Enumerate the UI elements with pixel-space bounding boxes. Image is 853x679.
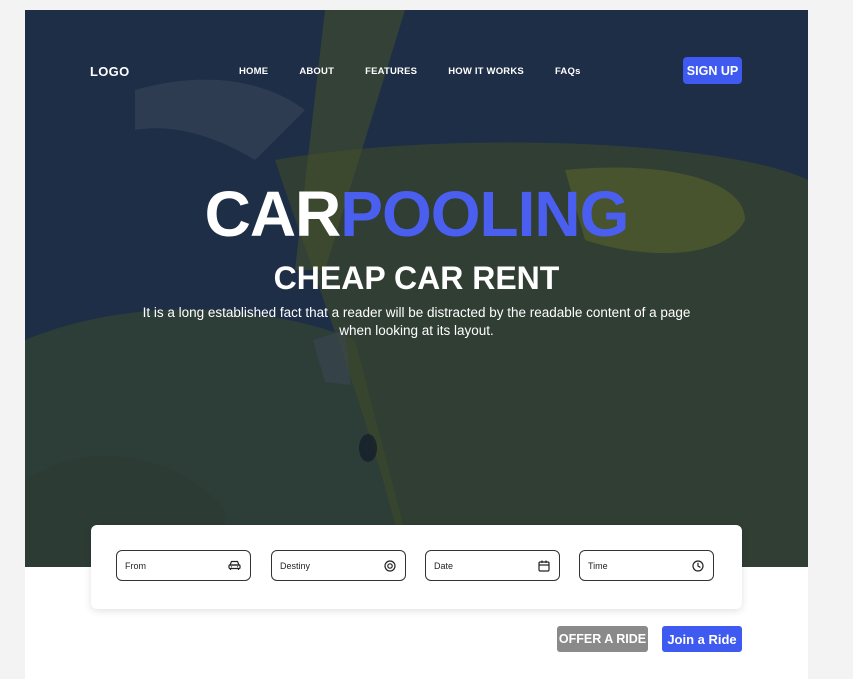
join-ride-button[interactable]: Join a Ride — [662, 626, 742, 652]
hero-title-part2: POOLING — [340, 178, 629, 250]
hero-subtitle: CHEAP CAR RENT — [273, 260, 560, 296]
from-label: From — [125, 560, 146, 571]
time-label: Time — [588, 560, 608, 571]
target-icon — [384, 559, 396, 572]
from-field[interactable]: From — [116, 550, 251, 581]
page: LOGO HOME ABOUT FEATURES HOW IT WORKS FA… — [25, 10, 808, 679]
hero-title: CARPOOLING — [25, 178, 808, 250]
nav-features[interactable]: FEATURES — [365, 66, 417, 77]
ride-search-card: From Destiny Date Time — [91, 525, 742, 609]
offer-ride-button[interactable]: OFFER A RIDE — [557, 626, 648, 652]
clock-icon — [692, 559, 704, 572]
nav-how-it-works[interactable]: HOW IT WORKS — [448, 66, 524, 77]
car-icon — [228, 560, 241, 570]
date-label: Date — [434, 560, 454, 571]
destiny-label: Destiny — [280, 560, 311, 571]
main-nav: HOME ABOUT FEATURES HOW IT WORKS FAQs — [239, 66, 612, 77]
destiny-field[interactable]: Destiny — [271, 550, 406, 581]
nav-home[interactable]: HOME — [239, 66, 268, 77]
hero-section: LOGO HOME ABOUT FEATURES HOW IT WORKS FA… — [25, 10, 808, 567]
hero-title-part1: CAR — [204, 178, 342, 250]
date-field[interactable]: Date — [425, 550, 560, 581]
logo[interactable]: LOGO — [90, 64, 129, 79]
nav-faqs[interactable]: FAQs — [555, 66, 581, 77]
hero-description: It is a long established fact that a rea… — [142, 305, 691, 338]
calendar-icon — [538, 560, 550, 572]
nav-about[interactable]: ABOUT — [299, 66, 334, 77]
signup-button[interactable]: SIGN UP — [683, 57, 742, 84]
time-field[interactable]: Time — [579, 550, 714, 581]
